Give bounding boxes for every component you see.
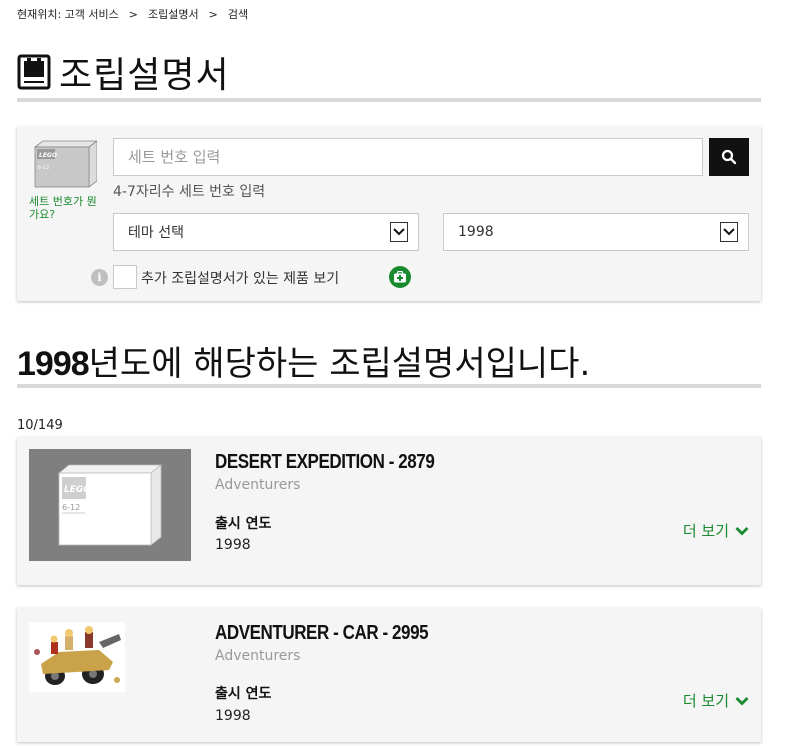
- release-year-value: 1998: [215, 708, 251, 724]
- breadcrumb: 현재위치: 고객 서비스 > 조립설명서 > 검색: [17, 6, 248, 22]
- breadcrumb-instructions[interactable]: 조립설명서: [148, 6, 199, 22]
- chevron-down-icon: [735, 696, 749, 705]
- box-age: 6-12: [62, 503, 80, 512]
- breadcrumb-customer-service[interactable]: 현재위치: 고객 서비스: [17, 6, 119, 22]
- release-year-value: 1998: [215, 537, 251, 553]
- info-icon[interactable]: i: [91, 269, 108, 286]
- theme-select[interactable]: 테마 선택: [113, 213, 419, 251]
- theme-select-value: 테마 선택: [128, 225, 184, 241]
- page-title: 조립설명서: [59, 55, 230, 96]
- results-year: 1998: [17, 345, 90, 383]
- extra-instructions-label: 추가 조립설명서가 있는 제품 보기: [141, 271, 340, 287]
- year-select[interactable]: 1998: [443, 213, 749, 251]
- search-button[interactable]: [709, 138, 749, 176]
- product-theme: Adventurers: [215, 477, 301, 493]
- breadcrumb-separator: >: [208, 7, 218, 21]
- search-icon: [721, 149, 737, 165]
- breadcrumb-separator: >: [128, 7, 138, 21]
- search-panel: LEGO 6-12 세트 번호가 뭔가요? 4-7자리수 세트 번호 입력 테마…: [17, 127, 761, 301]
- product-theme: Adventurers: [215, 648, 301, 664]
- product-image-adventurer-car[interactable]: [29, 622, 125, 692]
- year-select-value: 1998: [458, 224, 494, 240]
- product-name[interactable]: ADVENTURER - CAR - 2995: [215, 622, 429, 645]
- set-box-image: LEGO 6-12: [33, 140, 97, 188]
- release-year-label: 출시 연도: [215, 516, 272, 532]
- product-name[interactable]: DESERT EXPEDITION - 2879: [215, 451, 435, 474]
- instructions-book-icon: [17, 54, 51, 90]
- chevron-down-icon: [735, 526, 749, 535]
- see-more-label: 더 보기: [682, 692, 729, 710]
- set-number-help-link[interactable]: 세트 번호가 뭔가요?: [29, 195, 99, 221]
- title-divider: [17, 98, 761, 102]
- set-number-input[interactable]: [113, 138, 703, 176]
- chevron-down-icon: [390, 222, 408, 242]
- results-heading-text: 년도에 해당하는 조립설명서입니다.: [88, 344, 591, 384]
- results-heading: 1998년도에 해당하는 조립설명서입니다.: [17, 336, 590, 385]
- see-more-label: 더 보기: [682, 522, 729, 540]
- box-age: 6-12: [38, 165, 49, 171]
- box-brand: LEGO: [64, 485, 91, 495]
- product-card: LEGO 6-12 DESERT EXPEDITION - 2879 Adven…: [17, 437, 761, 585]
- extra-instructions-checkbox[interactable]: [113, 265, 137, 289]
- release-year-label: 출시 연도: [215, 686, 272, 702]
- set-number-hint: 4-7자리수 세트 번호 입력: [113, 184, 266, 200]
- product-image-desert-expedition[interactable]: LEGO 6-12: [29, 449, 191, 561]
- results-count: 10/149: [17, 418, 63, 433]
- chevron-down-icon: [720, 222, 738, 242]
- page-title-block: 조립설명서: [17, 46, 230, 98]
- box-brand: LEGO: [39, 152, 57, 159]
- see-more-button[interactable]: 더 보기: [683, 520, 749, 541]
- first-aid-plus-icon[interactable]: [389, 266, 411, 288]
- product-card: ADVENTURER - CAR - 2995 Adventurers 출시 연…: [17, 608, 761, 742]
- results-divider: [17, 384, 761, 388]
- breadcrumb-current: 검색: [227, 8, 249, 21]
- see-more-button[interactable]: 더 보기: [683, 690, 749, 711]
